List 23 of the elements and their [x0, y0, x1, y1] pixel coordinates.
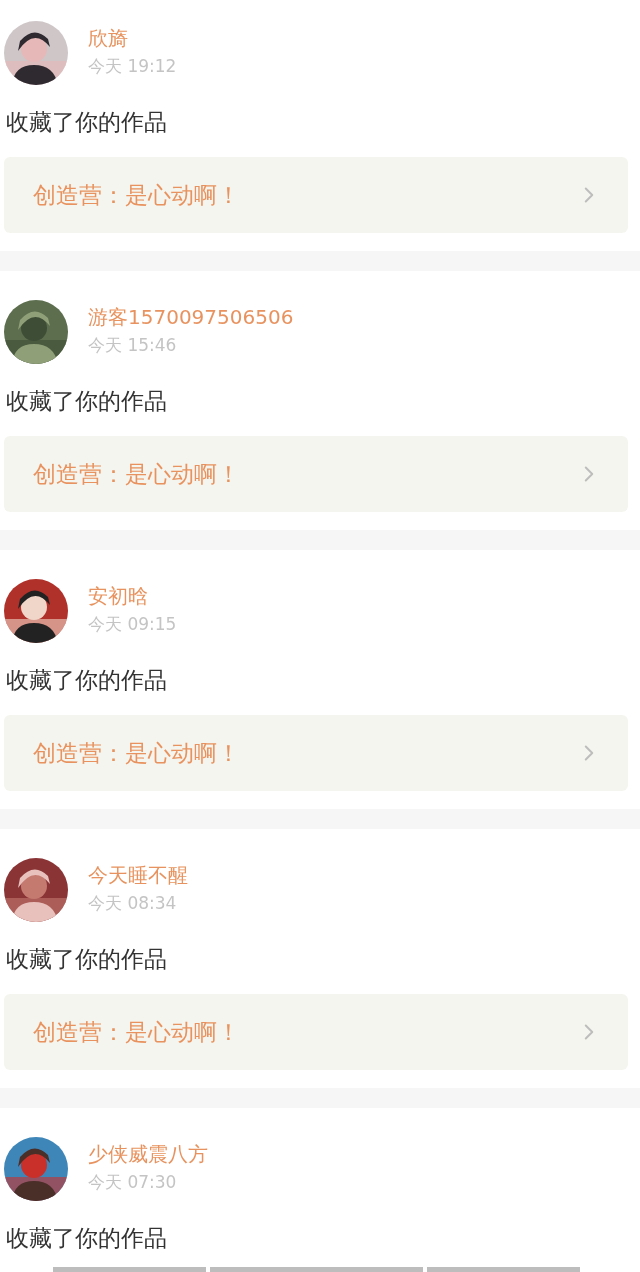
work-title: 创造营：是心动啊！ — [33, 180, 240, 210]
activity-text: 收藏了你的作品 — [6, 945, 168, 974]
timestamp: 今天 08:34 — [88, 893, 178, 913]
activity-text: 收藏了你的作品 — [6, 1224, 168, 1253]
work-link-card[interactable]: 创造营：是心动啊！ — [4, 436, 628, 512]
user-name[interactable]: 欣旖 — [88, 26, 177, 50]
work-link-card[interactable]: 创造营：是心动啊！ — [4, 157, 628, 233]
timestamp: 今天 19:12 — [88, 56, 177, 76]
work-title: 创造营：是心动啊！ — [33, 738, 240, 768]
activity-text: 收藏了你的作品 — [6, 666, 168, 695]
work-title: 创造营：是心动啊！ — [33, 1017, 240, 1047]
work-link-card[interactable]: 创造营：是心动啊！ — [4, 715, 628, 791]
user-name[interactable]: 今天睡不醒 — [88, 863, 188, 887]
timestamp: 今天 09:15 — [88, 614, 177, 634]
timestamp: 今天 15:46 — [88, 335, 178, 355]
activity-text: 收藏了你的作品 — [6, 387, 168, 416]
user-name[interactable]: 游客1570097506506 — [88, 305, 294, 329]
timestamp: 今天 07:30 — [88, 1172, 178, 1192]
user-name[interactable]: 安初晗 — [88, 584, 177, 608]
work-title: 创造营：是心动啊！ — [33, 459, 240, 489]
activity-text: 收藏了你的作品 — [6, 108, 168, 137]
work-link-card[interactable]: 创造营：是心动啊！ — [4, 994, 628, 1070]
user-name[interactable]: 少侠威震八方 — [88, 1142, 208, 1166]
